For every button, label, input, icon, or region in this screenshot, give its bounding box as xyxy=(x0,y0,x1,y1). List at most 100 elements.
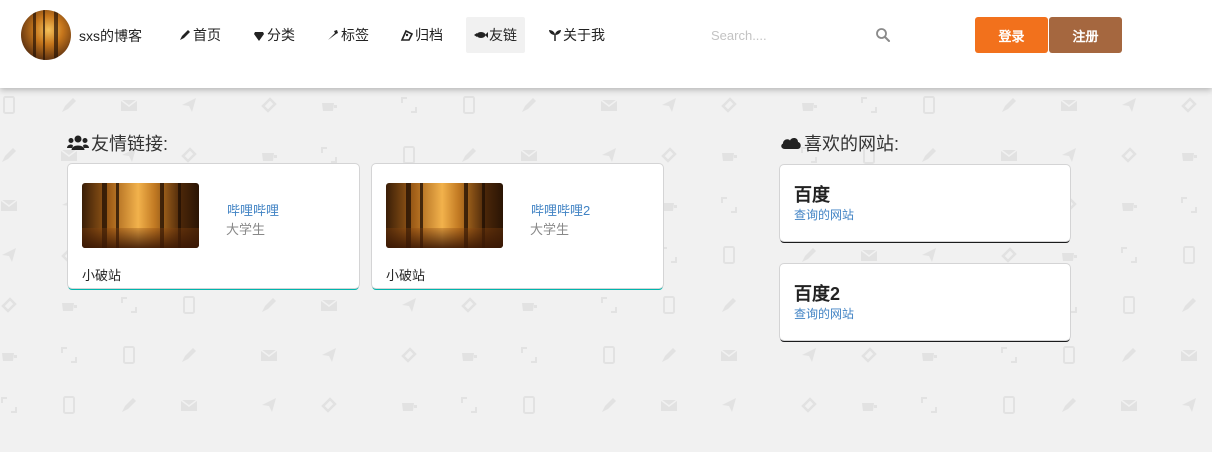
pattern-decoration xyxy=(1180,346,1198,364)
pattern-decoration xyxy=(920,396,938,414)
pattern-decoration xyxy=(460,346,478,364)
friend-role: 大学生 xyxy=(226,222,266,237)
pattern-decoration xyxy=(1060,146,1078,164)
site-description: 查询的网站 xyxy=(794,307,855,321)
site-name[interactable]: 百度2 xyxy=(794,280,840,306)
pattern-decoration xyxy=(1180,96,1198,114)
friend-thumbnail xyxy=(82,183,199,248)
nav-item-label: 友链 xyxy=(489,27,517,43)
pattern-decoration xyxy=(800,246,818,264)
pattern-decoration xyxy=(180,296,198,314)
pattern-decoration xyxy=(660,296,678,314)
pattern-decoration xyxy=(720,246,738,264)
friends-section-title: 友情链接: xyxy=(67,130,168,156)
pattern-decoration xyxy=(1120,296,1138,314)
login-button[interactable]: 登录 xyxy=(975,17,1048,53)
pattern-decoration xyxy=(460,96,478,114)
nav-item-friends[interactable]: 友链 xyxy=(466,17,525,53)
pattern-decoration xyxy=(1000,246,1018,264)
nav-item-label: 分类 xyxy=(267,27,295,43)
nav-item-label: 归档 xyxy=(415,27,443,43)
main-nav: 首页 分类 标签 归档 友链 关于我 xyxy=(170,17,628,53)
pattern-decoration xyxy=(120,346,138,364)
pattern-decoration xyxy=(60,96,78,114)
pattern-decoration xyxy=(0,146,18,164)
nav-item-label: 关于我 xyxy=(563,27,605,43)
pattern-decoration xyxy=(600,296,618,314)
pattern-decoration xyxy=(120,296,138,314)
pattern-decoration xyxy=(320,346,338,364)
pattern-decoration xyxy=(1060,396,1078,414)
pattern-decoration xyxy=(0,296,18,314)
friend-thumbnail xyxy=(386,183,503,248)
pattern-decoration xyxy=(520,96,538,114)
pattern-decoration xyxy=(800,396,818,414)
section-title-text: 喜欢的网站: xyxy=(804,134,900,154)
pattern-decoration xyxy=(320,396,338,414)
nav-item-tags[interactable]: 标签 xyxy=(318,17,377,53)
blog-brand[interactable]: sxs的博客 xyxy=(79,26,142,46)
pattern-decoration xyxy=(260,346,278,364)
pattern-decoration xyxy=(800,346,818,364)
site-card[interactable]: 百度 查询的网站 xyxy=(780,165,1070,241)
pattern-decoration xyxy=(400,146,418,164)
pattern-decoration xyxy=(120,96,138,114)
pattern-decoration xyxy=(1180,396,1198,414)
site-name[interactable]: 百度 xyxy=(794,181,830,207)
search-input[interactable] xyxy=(700,21,900,49)
nav-item-about[interactable]: 关于我 xyxy=(540,17,613,53)
friend-description: 小破站 xyxy=(386,268,426,283)
pattern-decoration xyxy=(720,346,738,364)
pattern-decoration xyxy=(860,246,878,264)
pattern-decoration xyxy=(400,346,418,364)
pattern-decoration xyxy=(1120,96,1138,114)
pattern-decoration xyxy=(180,96,198,114)
nav-item-category[interactable]: 分类 xyxy=(244,17,303,53)
fish-icon xyxy=(474,32,488,38)
site-card[interactable]: 百度2 查询的网站 xyxy=(780,264,1070,340)
pattern-decoration xyxy=(180,146,198,164)
pattern-decoration xyxy=(860,96,878,114)
pattern-decoration xyxy=(1000,146,1018,164)
friend-role: 大学生 xyxy=(530,222,570,237)
pattern-decoration xyxy=(460,296,478,314)
pattern-decoration xyxy=(60,396,78,414)
pattern-decoration xyxy=(60,296,78,314)
nav-item-home[interactable]: 首页 xyxy=(170,17,229,53)
pattern-decoration xyxy=(1120,396,1138,414)
friend-card[interactable]: 哔哩哔哩 大学生 小破站 xyxy=(68,164,359,288)
pattern-decoration xyxy=(320,96,338,114)
pattern-decoration xyxy=(660,146,678,164)
pattern-decoration xyxy=(720,96,738,114)
pattern-decoration xyxy=(0,396,18,414)
pattern-decoration xyxy=(600,346,618,364)
pattern-decoration xyxy=(1180,196,1198,214)
nav-item-label: 首页 xyxy=(193,27,221,43)
pattern-decoration xyxy=(1000,96,1018,114)
friend-card[interactable]: 哔哩哔哩2 大学生 小破站 xyxy=(372,164,663,288)
register-button[interactable]: 注册 xyxy=(1049,17,1122,53)
pattern-decoration xyxy=(0,246,18,264)
pattern-decoration xyxy=(1180,296,1198,314)
top-navbar: sxs的博客 首页 分类 标签 归档 友链 关于我 登录 注册 xyxy=(0,0,1212,88)
pattern-decoration xyxy=(600,146,618,164)
pattern-decoration xyxy=(1180,246,1198,264)
pattern-decoration xyxy=(660,396,678,414)
pattern-decoration xyxy=(800,96,818,114)
pattern-decoration xyxy=(60,346,78,364)
pattern-decoration xyxy=(920,346,938,364)
pattern-decoration xyxy=(120,396,138,414)
pattern-decoration xyxy=(1000,396,1018,414)
nav-item-label: 标签 xyxy=(341,27,369,43)
pattern-decoration xyxy=(400,96,418,114)
pattern-decoration xyxy=(460,396,478,414)
pattern-decoration xyxy=(720,196,738,214)
friend-name[interactable]: 哔哩哔哩 xyxy=(227,200,279,219)
avatar[interactable] xyxy=(21,10,71,60)
nav-item-archive[interactable]: 归档 xyxy=(392,17,451,53)
friend-name[interactable]: 哔哩哔哩2 xyxy=(531,200,590,219)
pattern-decoration xyxy=(520,146,538,164)
search-icon[interactable] xyxy=(875,27,891,43)
users-icon xyxy=(67,135,89,150)
pattern-decoration xyxy=(720,396,738,414)
